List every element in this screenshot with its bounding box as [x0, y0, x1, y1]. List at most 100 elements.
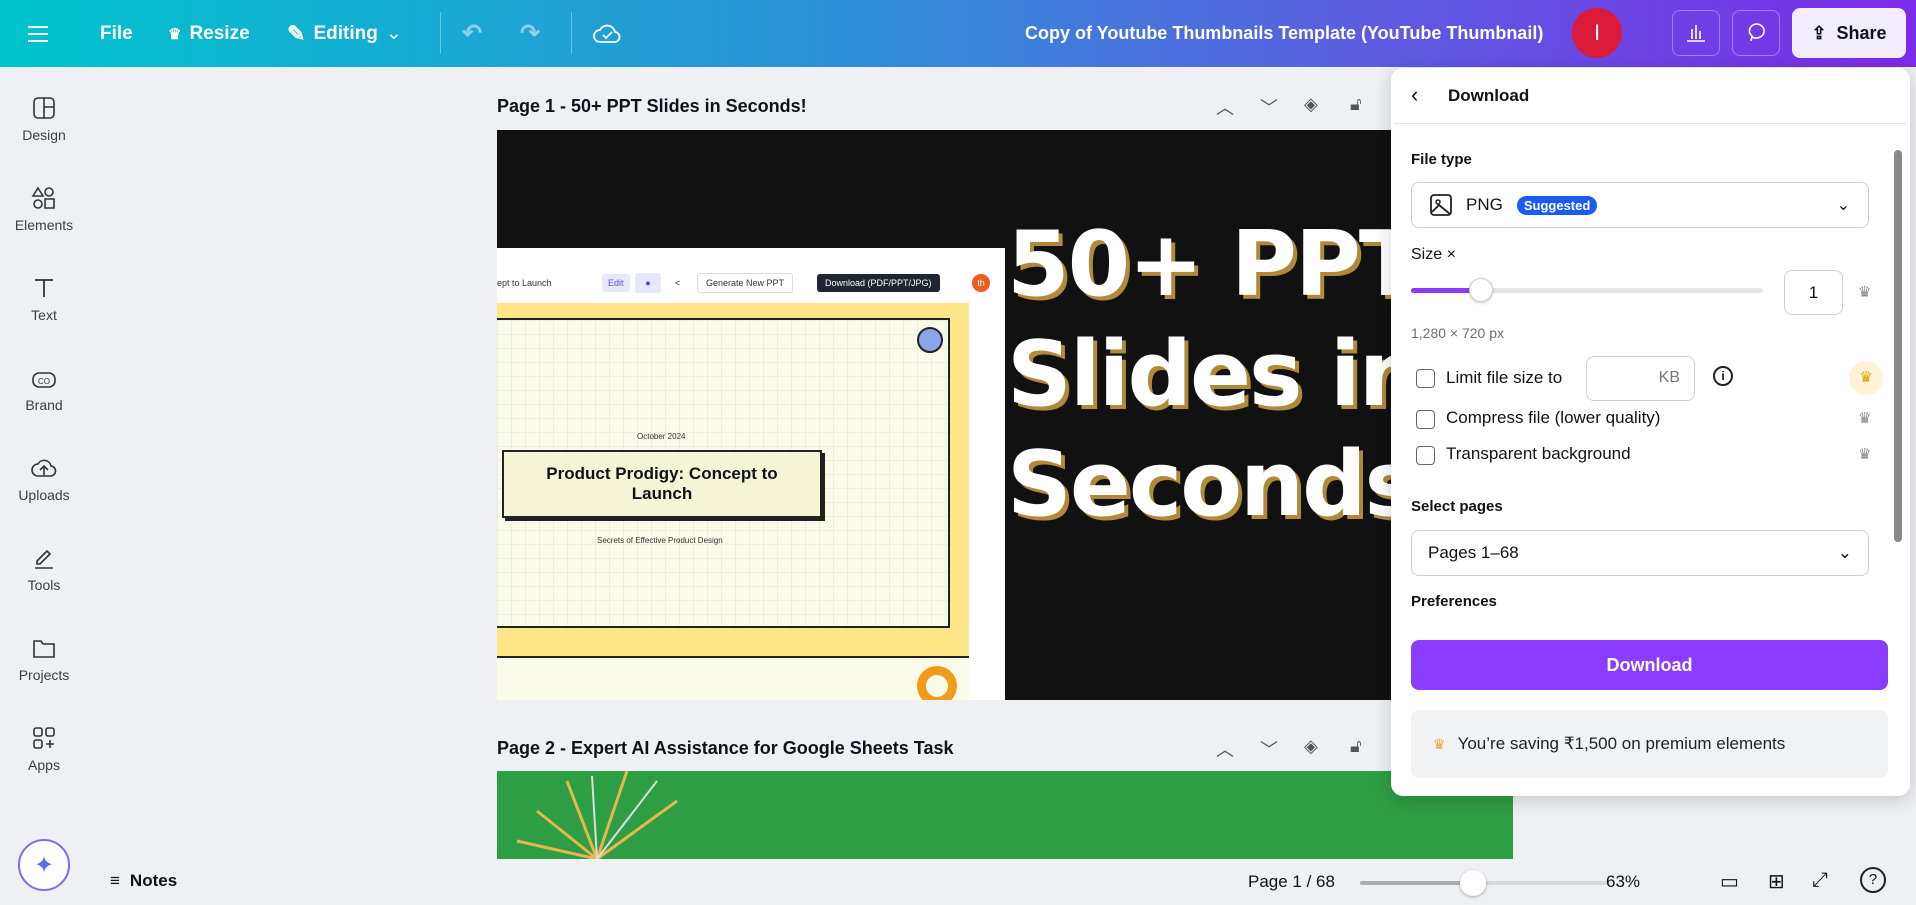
- suggested-badge: Suggested: [1516, 195, 1598, 215]
- svg-text:CO: CO: [38, 377, 50, 386]
- download-button[interactable]: Download: [1411, 640, 1888, 690]
- notes-label: Notes: [129, 871, 178, 890]
- page-1-canvas[interactable]: ept to Launch Edit ● < Generate New PPT …: [497, 130, 1513, 700]
- share-button[interactable]: ⇪ Share: [1792, 8, 1906, 58]
- file-type-dropdown[interactable]: PNG Suggested ⌄: [1411, 182, 1869, 228]
- back-icon[interactable]: ‹: [1411, 82, 1418, 108]
- thumbnail-app-title: ept to Launch: [497, 278, 552, 288]
- sidebar-item-uploads[interactable]: Uploads: [0, 455, 88, 503]
- slider-handle[interactable]: [1469, 278, 1494, 302]
- share-label: Share: [1836, 22, 1887, 43]
- info-icon[interactable]: i: [1713, 366, 1733, 386]
- page-2-canvas[interactable]: [497, 771, 1513, 859]
- hide-page-icon[interactable]: ◈: [1304, 736, 1318, 757]
- page-indicator[interactable]: Page 1 / 68: [1248, 872, 1335, 892]
- savings-text: You’re saving ₹1,500 on premium elements: [1457, 734, 1786, 753]
- sidebar-item-label: Brand: [25, 397, 63, 413]
- elements-icon: [31, 186, 55, 209]
- redo-icon[interactable]: ↷: [520, 0, 540, 67]
- page-down-icon[interactable]: ﹀: [1260, 94, 1278, 120]
- size-label: Size ×: [1411, 246, 1456, 263]
- chevron-down-icon: ⌄: [1836, 197, 1850, 214]
- page-down-icon[interactable]: ﹀: [1260, 736, 1278, 762]
- crown-icon: ♛: [1858, 284, 1872, 301]
- sidebar-item-design[interactable]: Design: [0, 95, 88, 143]
- file-menu[interactable]: File: [100, 0, 133, 67]
- thumbnail-share-icon: <: [675, 278, 681, 288]
- editing-label: Editing: [313, 22, 378, 44]
- zoom-slider[interactable]: [1360, 870, 1610, 896]
- document-title[interactable]: Copy of Youtube Thumbnails Template (You…: [1025, 0, 1543, 67]
- bottom-bar: ≡ Notes Page 1 / 68 63% ▭ ⊞ ⤢ ?: [88, 859, 1916, 905]
- avatar[interactable]: I: [1572, 8, 1622, 58]
- pencil-icon: ✎: [287, 20, 306, 46]
- sidebar-item-tools[interactable]: Tools: [0, 545, 88, 593]
- lock-page-icon[interactable]: 🔓︎: [1350, 736, 1362, 757]
- sidebar-item-text[interactable]: Text: [0, 275, 88, 323]
- savings-notice: ♛ You’re saving ₹1,500 on premium element…: [1411, 710, 1888, 778]
- page-up-icon[interactable]: ︿: [1216, 94, 1234, 120]
- sidebar-item-label: Tools: [27, 577, 61, 593]
- sidebar-item-elements[interactable]: Elements: [0, 185, 88, 233]
- file-type-value: PNG: [1466, 195, 1503, 214]
- lock-page-icon[interactable]: 🔓︎: [1350, 94, 1362, 115]
- resize-label: Resize: [189, 22, 250, 44]
- compress-checkbox[interactable]: [1416, 410, 1435, 429]
- image-icon: [1430, 194, 1452, 216]
- sidebar: Design Elements Text CO Brand Uploads Too…: [0, 67, 88, 905]
- thumbnail-download: Download (PDF/PPT/JPG): [817, 274, 940, 292]
- panel-scrollbar[interactable]: [1894, 130, 1906, 690]
- transparent-checkbox[interactable]: [1416, 446, 1435, 465]
- sidebar-item-brand[interactable]: CO Brand: [0, 365, 88, 413]
- size-input[interactable]: 1: [1784, 270, 1843, 315]
- thumbnail-chat-icon: ●: [635, 273, 661, 293]
- crown-icon: ♛: [1433, 735, 1446, 752]
- help-icon[interactable]: ?: [1860, 867, 1886, 893]
- cloud-saved-icon[interactable]: [593, 0, 621, 67]
- sidebar-item-label: Design: [22, 127, 66, 143]
- brand-icon: CO: [32, 372, 56, 388]
- undo-icon[interactable]: ↶: [462, 0, 482, 67]
- magic-assistant-button[interactable]: ✦: [18, 839, 70, 891]
- thumbnail-headline: 50+ PPT Slides in Seconds: [1007, 210, 1423, 540]
- sidebar-item-label: Apps: [28, 757, 60, 773]
- transparent-label: Transparent background: [1446, 444, 1631, 463]
- sidebar-item-apps[interactable]: Apps: [0, 725, 88, 773]
- file-type-label: File type: [1411, 151, 1472, 168]
- kb-input[interactable]: KB: [1586, 356, 1695, 401]
- resize-button[interactable]: ♛ Resize: [168, 0, 250, 67]
- notes-button[interactable]: ≡ Notes: [110, 871, 177, 891]
- thumbnail-avatar: th: [972, 274, 990, 292]
- thumbnail-view-icon[interactable]: ▭: [1720, 869, 1739, 894]
- page-1-title[interactable]: Page 1 - 50+ PPT Slides in Seconds!: [497, 96, 807, 117]
- limit-size-checkbox[interactable]: [1416, 369, 1435, 388]
- download-panel: ‹ Download File type PNG Suggested ⌄ Siz…: [1391, 68, 1910, 796]
- crown-icon: ♛: [1858, 446, 1872, 463]
- pages-dropdown[interactable]: Pages 1–68 ⌄: [1411, 530, 1869, 576]
- size-slider[interactable]: [1411, 278, 1763, 302]
- zoom-handle[interactable]: [1459, 870, 1486, 896]
- divider: [571, 12, 572, 54]
- folder-icon: [33, 640, 55, 658]
- firework-decoration: [516, 771, 678, 859]
- zoom-level[interactable]: 63%: [1606, 872, 1640, 892]
- chevron-down-icon: ⌄: [1837, 543, 1852, 562]
- notes-icon: ≡: [110, 871, 120, 890]
- design-icon: [33, 97, 55, 119]
- menu-icon[interactable]: [28, 0, 48, 67]
- sidebar-item-projects[interactable]: Projects: [0, 635, 88, 683]
- page-2-title[interactable]: Page 2 - Expert AI Assistance for Google…: [497, 738, 954, 759]
- sparkle-icon: ✦: [33, 851, 55, 879]
- apps-icon: [33, 727, 55, 749]
- grid-view-icon[interactable]: ⊞: [1768, 869, 1785, 894]
- hide-page-icon[interactable]: ◈: [1304, 94, 1318, 115]
- headline-line: 50+ PPT: [1007, 212, 1420, 317]
- fullscreen-icon[interactable]: ⤢: [1812, 869, 1828, 892]
- thumbnail-screenshot: ept to Launch Edit ● < Generate New PPT …: [497, 248, 1005, 700]
- analytics-icon[interactable]: [1672, 10, 1720, 56]
- page-up-icon[interactable]: ︿: [1216, 736, 1234, 762]
- compress-label: Compress file (lower quality): [1446, 408, 1661, 427]
- file-label: File: [100, 22, 133, 44]
- editing-dropdown[interactable]: ✎ Editing ⌄: [287, 0, 402, 67]
- comment-icon[interactable]: [1732, 10, 1780, 56]
